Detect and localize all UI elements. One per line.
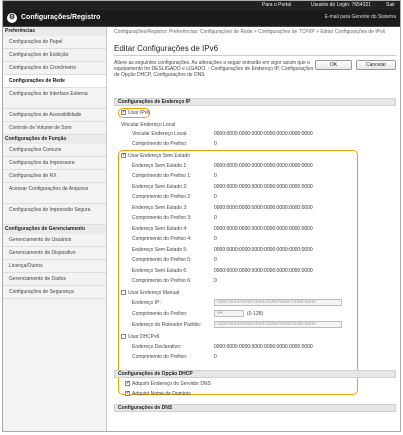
sidebar-item-timer[interactable]: Configurações do Cronômetro bbox=[3, 62, 106, 75]
sidebar-item-file-access[interactable]: Acessar Configurações de Arquivos bbox=[3, 183, 106, 204]
manual-address-checkbox[interactable] bbox=[121, 290, 126, 295]
restart-note: Altere as seguintes configurações. As al… bbox=[114, 60, 314, 79]
stateless-address-value: 0000:0000:0000:0000:0000:0000:0000:0000 bbox=[214, 205, 313, 211]
main-panel: Configurações/Registro: Preferências: Co… bbox=[108, 27, 400, 431]
stateless-address-value: 0000:0000:0000:0000:0000:0000:0000:0000 bbox=[214, 268, 313, 274]
gateway-input[interactable]: 0000:0000:0000:0000:0000:0000:0000:0000 bbox=[214, 321, 342, 328]
stateless-prefix-label: Comprimento do Prefixo 5: bbox=[132, 257, 192, 263]
sidebar-item-common[interactable]: Configurações Comuns bbox=[3, 144, 106, 157]
sidebar-heading-preferences: Preferências bbox=[3, 27, 106, 36]
dns-section-header: Configurações de DNS bbox=[114, 404, 396, 412]
ok-button[interactable]: OK bbox=[315, 60, 352, 70]
stateless-address-label: Endereço Sem Estado 1: bbox=[132, 163, 188, 169]
sidebar-item-accessibility[interactable]: Configurações de Acessibilidade bbox=[3, 109, 106, 122]
stateless-address-label: Endereço Sem Estado 2: bbox=[132, 184, 188, 190]
stateless-address-label: Endereço Sem Estado 3: bbox=[132, 205, 188, 211]
sidebar-item-external-interface[interactable]: Configurações de Interface Externa bbox=[3, 88, 106, 109]
sidebar-item-sound-volume[interactable]: Controle de Volume de Som bbox=[3, 122, 106, 135]
sidebar-item-network[interactable]: Configurações de Rede bbox=[3, 75, 106, 88]
stateful-address-label: Endereço Declarativo: bbox=[132, 344, 182, 350]
stateful-address-value: 0000:0000:0000:0000:0000:0000:0000:0000 bbox=[214, 344, 313, 350]
stateless-prefix-label: Comprimento do Prefixo 6: bbox=[132, 278, 192, 284]
sidebar-item-device[interactable]: Gerenciamento de Dispositivo bbox=[3, 247, 106, 260]
app-title: Configurações/Registro bbox=[21, 14, 101, 21]
stateless-prefix-value: 0 bbox=[214, 278, 217, 284]
dhcp-option-section-header: Configurações de Opção DHCP bbox=[114, 370, 396, 378]
link-local-prefix-value: 0 bbox=[214, 141, 217, 147]
sidebar-item-data[interactable]: Gerenciamento de Dados bbox=[3, 273, 106, 286]
ip-address-label: Endereço IP: bbox=[132, 300, 161, 306]
page-title: Editar Configurações de IPv6 bbox=[114, 44, 219, 53]
stateless-address-value: 0000:0000:0000:0000:0000:0000:0000:0000 bbox=[214, 226, 313, 232]
settings-logo-icon: ⚙ bbox=[7, 13, 17, 23]
stateless-prefix-label: Comprimento do Prefixo 1: bbox=[132, 173, 192, 179]
manual-prefix-input[interactable]: 64 bbox=[214, 310, 244, 317]
stateless-prefix-value: 0 bbox=[214, 215, 217, 221]
acquire-dns-checkbox[interactable]: ✓ bbox=[125, 381, 130, 386]
stateless-address-value: 0000:0000:0000:0000:0000:0000:0000:0000 bbox=[214, 184, 313, 190]
stateless-address-label: Endereço Sem Estado 5: bbox=[132, 247, 188, 253]
sidebar-item-security[interactable]: Configurações de Segurança bbox=[3, 286, 106, 299]
cancel-button[interactable]: Cancelar bbox=[356, 60, 396, 70]
dhcp-prefix-value: 0 bbox=[214, 354, 217, 360]
stateless-prefix-label: Comprimento do Prefixo 4: bbox=[132, 236, 192, 242]
ip-address-section-header: Configurações de Endereço IP bbox=[114, 98, 396, 106]
manual-address-label: Usar Endereço Manual bbox=[128, 290, 180, 296]
stateless-prefix-label: Comprimento do Prefixo 2: bbox=[132, 194, 192, 200]
use-ipv6-label: Usar IPv6 bbox=[128, 110, 150, 116]
ip-address-input[interactable]: 0000:0000:0000:0000:0000:0000:0000:0000 bbox=[214, 299, 342, 306]
header: ⚙ Configurações/Registro E-mail para Ger… bbox=[3, 10, 400, 27]
stateless-prefix-value: 0 bbox=[214, 236, 217, 242]
sidebar-item-users[interactable]: Gerenciamento de Usuários bbox=[3, 234, 106, 247]
sidebar-item-paper[interactable]: Configurações de Papel bbox=[3, 36, 106, 49]
admin-email-link[interactable]: E-mail para Gerente do Sistema bbox=[325, 14, 396, 20]
sidebar: Preferências Configurações de Papel Conf… bbox=[3, 27, 107, 431]
sidebar-item-rx[interactable]: Configurações de RX bbox=[3, 170, 106, 183]
login-user: Usuário do Login: 7654321 bbox=[311, 2, 372, 8]
breadcrumb: Configurações/Registro: Preferências: Co… bbox=[114, 29, 386, 35]
logout-link[interactable]: Sair bbox=[386, 2, 395, 8]
stateless-address-label: Usar Endereço Sem Estado bbox=[128, 153, 190, 159]
sidebar-heading-function: Configurações de Função bbox=[3, 135, 106, 144]
top-bar: Para o Portal Usuário do Login: 7654321 … bbox=[3, 1, 400, 10]
dhcpv6-checkbox[interactable] bbox=[121, 334, 126, 339]
portal-link[interactable]: Para o Portal bbox=[262, 2, 291, 8]
stateless-prefix-value: 0 bbox=[214, 194, 217, 200]
sidebar-item-printer[interactable]: Configurações da Impressora bbox=[3, 157, 106, 170]
acquire-domain-checkbox[interactable]: ✓ bbox=[125, 391, 130, 396]
sidebar-item-display[interactable]: Configurações de Exibição bbox=[3, 49, 106, 62]
browser-frame: Para o Portal Usuário do Login: 7654321 … bbox=[2, 0, 401, 432]
stateless-prefix-value: 0 bbox=[214, 173, 217, 179]
dhcpv6-label: Usar DHCPv6 bbox=[128, 334, 160, 340]
stateless-prefix-label: Comprimento do Prefixo 3: bbox=[132, 215, 192, 221]
link-local-prefix-label: Comprimento do Prefixo: bbox=[132, 141, 188, 147]
stateless-address-label: Endereço Sem Estado 6: bbox=[132, 268, 188, 274]
gateway-label: Endereço do Roteador Padrão: bbox=[132, 322, 202, 328]
dhcp-prefix-label: Comprimento do Prefixo: bbox=[132, 354, 188, 360]
stateless-prefix-value: 0 bbox=[214, 257, 217, 263]
acquire-domain-label: Adquirir Nome de Domínio bbox=[132, 391, 191, 397]
stateless-address-label: Endereço Sem Estado 4: bbox=[132, 226, 188, 232]
stateless-address-checkbox[interactable]: ✓ bbox=[121, 153, 126, 158]
sidebar-heading-management: Configurações de Gerenciamento bbox=[3, 225, 106, 234]
stateless-address-value: 0000:0000:0000:0000:0000:0000:0000:0000 bbox=[214, 163, 313, 169]
manual-prefix-range: (0-128) bbox=[247, 311, 264, 317]
sidebar-item-license[interactable]: Licença/Outros bbox=[3, 260, 106, 273]
link-local-heading: Vincular Endereço Local bbox=[121, 122, 176, 128]
use-ipv6-checkbox[interactable]: ✓ bbox=[121, 110, 126, 115]
manual-prefix-label: Comprimento do Prefixo: bbox=[132, 311, 188, 317]
stateless-address-value: 0000:0000:0000:0000:0000:0000:0000:0000 bbox=[214, 247, 313, 253]
divider bbox=[114, 55, 396, 56]
link-local-address-label: Vincular Endereço Local: bbox=[132, 131, 188, 137]
sidebar-item-secure-print[interactable]: Configurações de Impressão Segura bbox=[3, 204, 106, 225]
link-local-address-value: 0000:0000:0000:0000:0000:0000:0000:0000 bbox=[214, 131, 313, 137]
acquire-dns-label: Adquirir Endereço do Servidor DNS bbox=[132, 381, 211, 387]
